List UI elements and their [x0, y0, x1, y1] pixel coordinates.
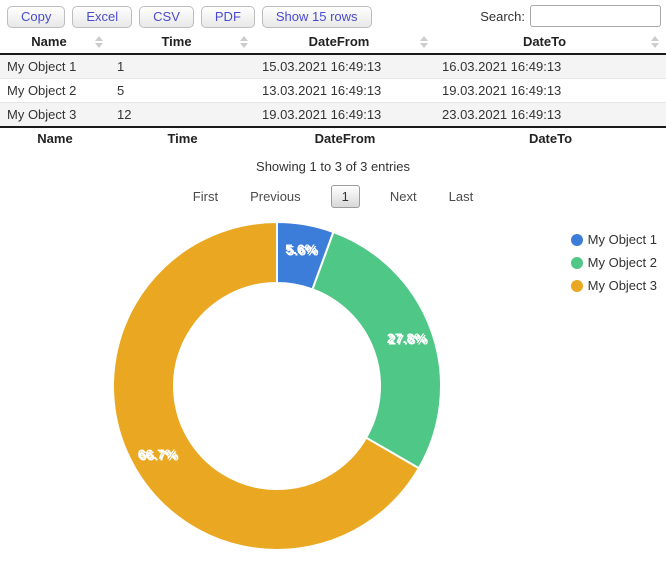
slice-percent-label: 27.8%: [387, 330, 427, 346]
chart-legend: My Object 1 My Object 2 My Object 3: [571, 228, 657, 297]
search-box: Search:: [480, 5, 661, 27]
column-header-label: Name: [31, 34, 66, 49]
previous-page-button[interactable]: Previous: [248, 186, 303, 207]
slice-percent-label: 66.7%: [138, 446, 178, 462]
legend-item-my-object-3[interactable]: My Object 3: [571, 274, 657, 297]
sort-icon: [240, 36, 248, 48]
table-row[interactable]: My Object 31219.03.2021 16:49:1323.03.20…: [0, 103, 666, 128]
last-page-button[interactable]: Last: [447, 186, 476, 207]
pagination: First Previous 1 Next Last: [0, 185, 666, 208]
table-cell: 19.03.2021 16:49:13: [255, 103, 435, 128]
table-header: Name Time DateFrom DateTo: [0, 30, 666, 54]
table-info: Showing 1 to 3 of 3 entries: [0, 159, 666, 174]
table-cell: My Object 3: [0, 103, 110, 128]
donut-chart-svg: 5.6%5.6%27.8%27.8%66.7%66.7%: [0, 214, 666, 564]
table-cell: 1: [110, 54, 255, 79]
excel-button[interactable]: Excel: [72, 6, 132, 28]
column-footer-name: Name: [0, 127, 110, 149]
table-cell: 16.03.2021 16:49:13: [435, 54, 666, 79]
table-row[interactable]: My Object 1115.03.2021 16:49:1316.03.202…: [0, 54, 666, 79]
column-footer-time: Time: [110, 127, 255, 149]
show-15-rows-button[interactable]: Show 15 rows: [262, 6, 372, 28]
table-cell: 13.03.2021 16:49:13: [255, 79, 435, 103]
column-header-label: DateTo: [523, 34, 566, 49]
table-body: My Object 1115.03.2021 16:49:1316.03.202…: [0, 54, 666, 127]
sort-icon: [95, 36, 103, 48]
page-number-button[interactable]: 1: [331, 185, 360, 208]
table-cell: 23.03.2021 16:49:13: [435, 103, 666, 128]
column-header-time[interactable]: Time: [110, 30, 255, 54]
table-cell: 12: [110, 103, 255, 128]
search-label: Search:: [480, 9, 525, 24]
donut-slice-my-object-2[interactable]: [312, 232, 441, 468]
table-cell: 5: [110, 79, 255, 103]
column-header-label: Time: [161, 34, 191, 49]
column-footer-dateto: DateTo: [435, 127, 666, 149]
legend-label: My Object 2: [588, 255, 657, 270]
legend-label: My Object 1: [588, 232, 657, 247]
legend-color-dot: [571, 280, 583, 292]
first-page-button[interactable]: First: [191, 186, 220, 207]
table-cell: My Object 2: [0, 79, 110, 103]
table-row[interactable]: My Object 2513.03.2021 16:49:1319.03.202…: [0, 79, 666, 103]
legend-label: My Object 3: [588, 278, 657, 293]
table-cell: My Object 1: [0, 54, 110, 79]
column-footer-datefrom: DateFrom: [255, 127, 435, 149]
column-header-name[interactable]: Name: [0, 30, 110, 54]
table-cell: 19.03.2021 16:49:13: [435, 79, 666, 103]
sort-icon: [420, 36, 428, 48]
column-header-datefrom[interactable]: DateFrom: [255, 30, 435, 54]
table-toolbar: Copy Excel CSV PDF Show 15 rows Search:: [0, 0, 666, 30]
next-page-button[interactable]: Next: [388, 186, 419, 207]
data-table: NameTimeDateFromDateTo My Object 1115.03…: [0, 30, 666, 149]
export-buttons: Copy Excel CSV PDF Show 15 rows: [7, 6, 372, 28]
slice-percent-label: 5.6%: [285, 241, 317, 257]
sort-icon: [651, 36, 659, 48]
donut-chart: 5.6%5.6%27.8%27.8%66.7%66.7% My Object 1…: [0, 214, 666, 564]
search-input[interactable]: [530, 5, 661, 27]
table-footer: NameTimeDateFromDateTo: [0, 127, 666, 149]
pdf-button[interactable]: PDF: [201, 6, 255, 28]
column-header-dateto[interactable]: DateTo: [435, 30, 666, 54]
csv-button[interactable]: CSV: [139, 6, 194, 28]
table-cell: 15.03.2021 16:49:13: [255, 54, 435, 79]
legend-item-my-object-2[interactable]: My Object 2: [571, 251, 657, 274]
legend-color-dot: [571, 257, 583, 269]
legend-color-dot: [571, 234, 583, 246]
legend-item-my-object-1[interactable]: My Object 1: [571, 228, 657, 251]
column-header-label: DateFrom: [309, 34, 370, 49]
copy-button[interactable]: Copy: [7, 6, 65, 28]
